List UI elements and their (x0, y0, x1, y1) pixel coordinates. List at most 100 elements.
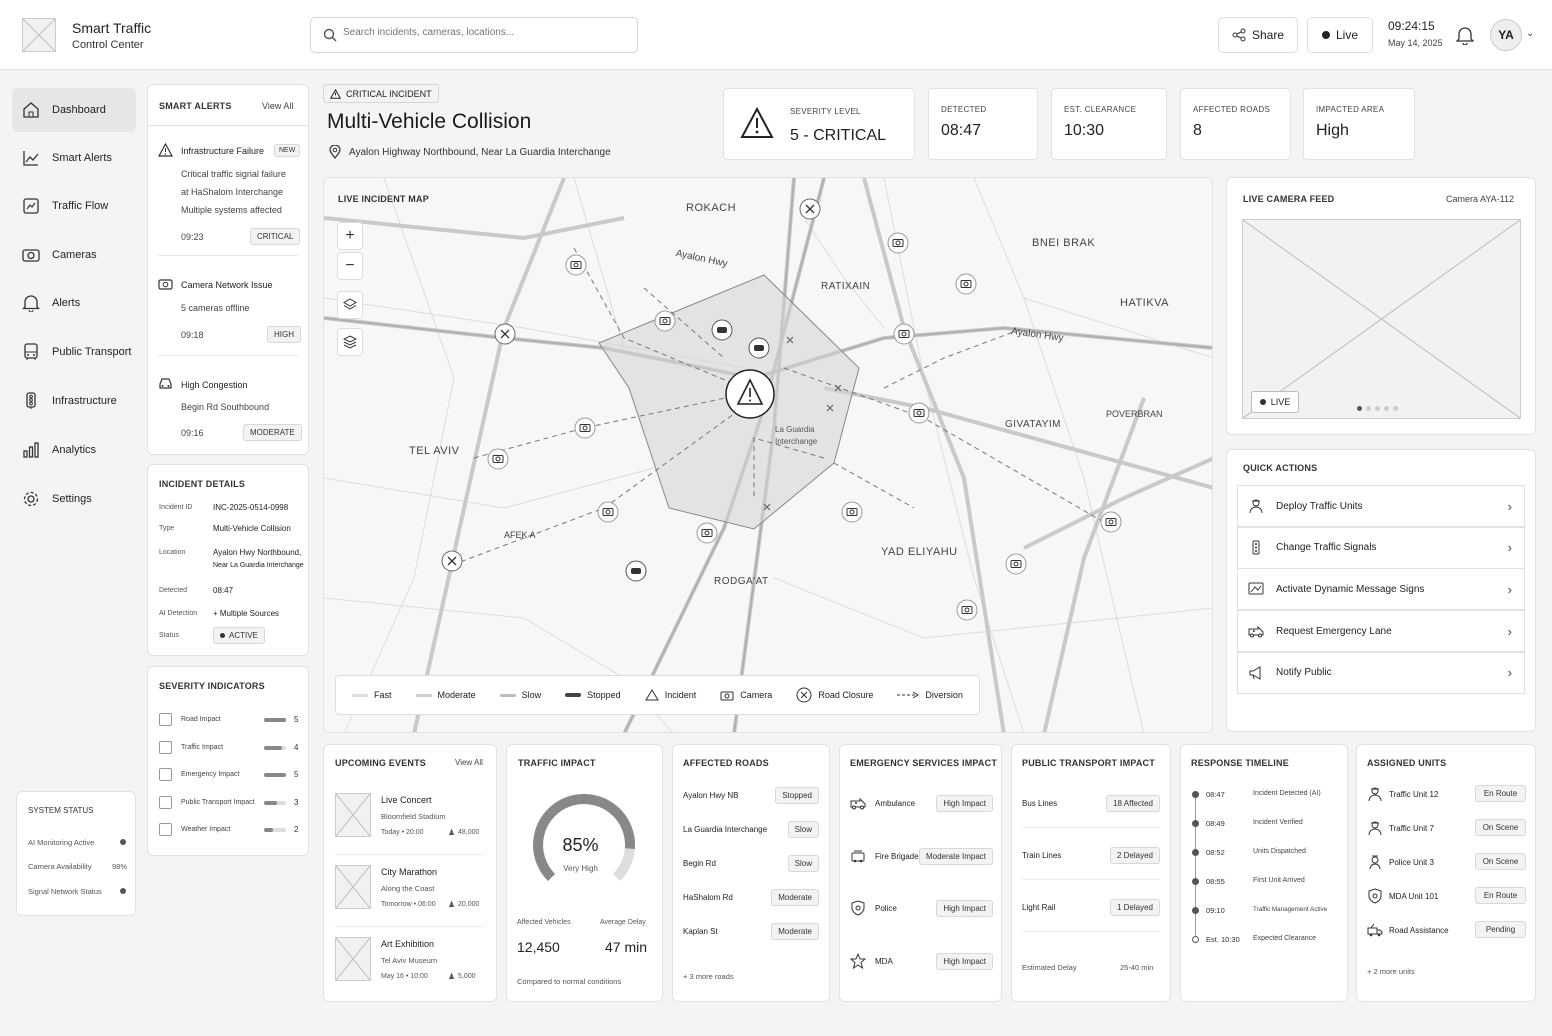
notification-bell-icon[interactable] (1456, 25, 1474, 45)
camera-marker[interactable] (893, 323, 915, 345)
event-name[interactable]: Live Concert (381, 795, 432, 805)
live-incident-map[interactable]: LIVE INCIDENT MAP ROKACH BNEI BRAK RATIX… (323, 177, 1213, 733)
unit-status-badge: En Route (1475, 785, 1526, 802)
event-attendees: 48,000 (458, 829, 480, 836)
severity-label: Emergency Impact (181, 771, 240, 778)
layers-toggle-button[interactable] (337, 328, 363, 356)
legend-label: Stopped (587, 690, 621, 700)
more-units-link[interactable]: + 2 more units (1367, 967, 1415, 976)
impact-badge: High Impact (936, 795, 993, 812)
quick-action-request-emergency-lane[interactable]: Request Emergency Lane › (1237, 610, 1525, 653)
quick-action-notify-public[interactable]: Notify Public › (1237, 651, 1525, 694)
camera-marker[interactable] (1005, 553, 1027, 575)
camera-marker[interactable] (696, 522, 718, 544)
carousel-dot[interactable] (1384, 406, 1389, 411)
carousel-dot[interactable] (1357, 406, 1362, 411)
chevron-down-icon[interactable]: ⌄ (1526, 28, 1534, 39)
severity-checkbox[interactable] (159, 713, 172, 726)
carousel-dots[interactable] (1357, 406, 1398, 411)
interchange-marker[interactable] (494, 323, 516, 345)
traffic-light-icon (22, 392, 40, 410)
incident-marker[interactable] (725, 369, 775, 419)
severity-checkbox[interactable] (159, 795, 172, 809)
vehicle-marker[interactable] (748, 337, 770, 359)
share-button[interactable]: Share (1218, 17, 1298, 53)
quick-action-change-traffic-signals[interactable]: Change Traffic Signals › (1237, 526, 1525, 569)
road-name: Kaplan St (683, 927, 718, 936)
transport-line: Train Lines (1022, 851, 1062, 860)
star-icon (850, 952, 866, 969)
camera-video[interactable]: LIVE (1242, 219, 1521, 419)
clock-time: 09:24:15 (1388, 19, 1435, 33)
layers-button[interactable] (337, 291, 363, 319)
vehicle-marker[interactable] (711, 319, 733, 341)
camera-marker[interactable] (955, 273, 977, 295)
timeline-dot (1192, 936, 1199, 943)
carousel-dot[interactable] (1366, 406, 1371, 411)
camera-marker[interactable] (487, 448, 509, 470)
search-box[interactable] (310, 17, 638, 53)
avatar[interactable]: YA (1490, 19, 1522, 51)
detail-value: 08:47 (213, 586, 234, 595)
search-input[interactable] (343, 27, 623, 38)
view-all-link[interactable]: View All (262, 101, 293, 111)
sidebar-item-public-transport[interactable]: Public Transport (12, 330, 136, 374)
camera-marker[interactable] (1100, 511, 1122, 533)
vehicle-marker[interactable] (625, 560, 647, 582)
zoom-in-button[interactable]: + (337, 222, 363, 250)
severity-checkbox[interactable] (159, 740, 172, 754)
events-view-all-link[interactable]: View All (455, 758, 483, 767)
sidebar-item-traffic-flow[interactable]: Traffic Flow (12, 184, 136, 228)
bar-chart-icon (22, 441, 40, 459)
detail-value: Ayalon Hwy Northbound, (213, 548, 302, 557)
map-label-ratixain: RATIXAIN (821, 281, 871, 292)
quick-action-deploy-traffic-units[interactable]: Deploy Traffic Units › (1237, 485, 1525, 527)
camera-marker[interactable] (887, 232, 909, 254)
interchange-marker[interactable] (441, 550, 463, 572)
severity-checkbox[interactable] (159, 768, 172, 781)
camera-marker[interactable] (565, 254, 587, 276)
divider (158, 355, 298, 356)
event-name[interactable]: City Marathon (381, 867, 437, 877)
detail-label: Type (159, 525, 175, 532)
carousel-dot[interactable] (1393, 406, 1398, 411)
sidebar-item-smart-alerts[interactable]: Smart Alerts (12, 136, 136, 180)
emergency-title: EMERGENCY SERVICES IMPACT (850, 758, 998, 768)
carousel-dot[interactable] (1375, 406, 1380, 411)
bus-icon (22, 343, 40, 361)
sidebar-item-infrastructure[interactable]: Infrastructure (12, 379, 136, 423)
map-label-interchange: Interchange (775, 437, 818, 446)
camera-marker[interactable] (841, 501, 863, 523)
camera-marker[interactable] (956, 599, 978, 621)
clearance-card: EST. CLEARANCE 10:30 (1051, 88, 1167, 160)
zoom-out-button[interactable]: − (337, 252, 363, 280)
event-place: Tel Aviv Museum (381, 956, 438, 965)
event-thumbnail[interactable] (335, 937, 371, 981)
clock-date: May 14, 2025 (1388, 38, 1443, 48)
status-dot-icon (120, 839, 126, 845)
timeline-dot (1192, 878, 1199, 885)
event-thumbnail[interactable] (335, 865, 371, 909)
live-button[interactable]: Live (1307, 17, 1373, 53)
people-icon: ♟ (448, 828, 456, 837)
more-roads-link[interactable]: + 3 more roads (683, 972, 734, 981)
camera-marker[interactable] (908, 402, 930, 424)
interchange-marker[interactable] (799, 198, 821, 220)
sidebar-item-dashboard[interactable]: Dashboard (12, 88, 136, 132)
camera-marker[interactable] (574, 417, 596, 439)
event-name[interactable]: Art Exhibition (381, 939, 434, 949)
chevron-right-icon: › (1507, 498, 1512, 514)
traffic-impact-level: Very High (563, 864, 598, 873)
sidebar-item-analytics[interactable]: Analytics (12, 428, 136, 472)
severity-checkbox[interactable] (159, 823, 172, 836)
quick-action-activate-dynamic-message-signs[interactable]: Activate Dynamic Message Signs › (1237, 568, 1525, 611)
event-thumbnail[interactable] (335, 793, 371, 837)
camera-marker[interactable] (654, 310, 676, 332)
road-status-badge: Moderate (771, 923, 819, 940)
sidebar-item-alerts[interactable]: Alerts (12, 281, 136, 325)
timeline-event: First Unit Arrived (1253, 877, 1305, 884)
sidebar-item-settings[interactable]: Settings (12, 477, 136, 521)
severity-value: 2 (294, 825, 299, 834)
camera-marker[interactable] (597, 501, 619, 523)
sidebar-item-cameras[interactable]: Cameras (12, 233, 136, 277)
